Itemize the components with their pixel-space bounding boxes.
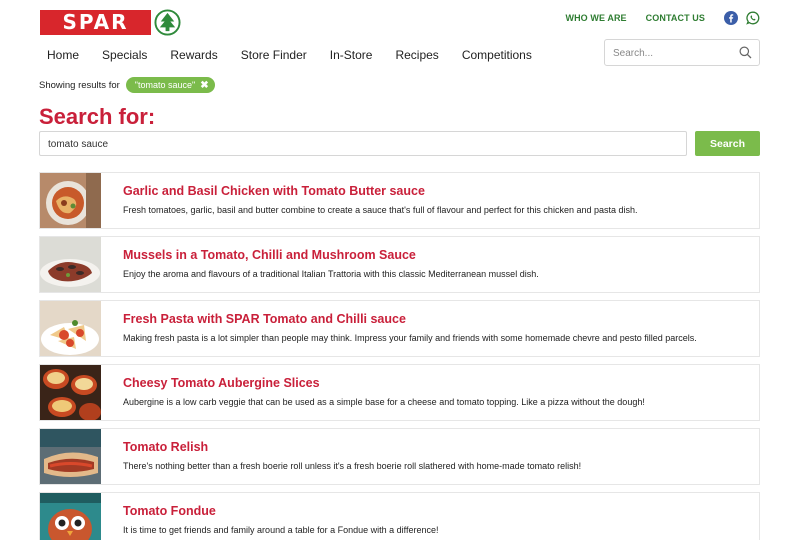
search-button[interactable]: Search [695, 131, 760, 156]
top-links: WHO WE ARE CONTACT US [565, 10, 760, 26]
filter-label: Showing results for [39, 79, 120, 91]
active-filters: Showing results for "tomato sauce" ✖ [39, 77, 215, 93]
whatsapp-icon[interactable] [746, 11, 760, 25]
recipe-thumbnail [40, 237, 101, 292]
nav-home[interactable]: Home [47, 48, 79, 62]
nav-rewards[interactable]: Rewards [170, 48, 217, 62]
result-description: Aubergine is a low carb veggie that can … [123, 397, 645, 407]
result-title[interactable]: Garlic and Basil Chicken with Tomato But… [123, 184, 425, 198]
result-title[interactable]: Tomato Relish [123, 440, 208, 454]
query-box [39, 131, 687, 156]
recipe-thumbnail [40, 493, 101, 540]
facebook-icon[interactable] [724, 11, 738, 25]
result-description: Making fresh pasta is a lot simpler than… [123, 333, 697, 343]
logo-wordmark: SPAR [40, 9, 151, 35]
result-description: Enjoy the aroma and flavours of a tradit… [123, 269, 539, 279]
search-icon[interactable] [739, 46, 752, 59]
recipe-thumbnail [40, 429, 101, 484]
result-title[interactable]: Fresh Pasta with SPAR Tomato and Chilli … [123, 312, 406, 326]
who-we-are-link[interactable]: WHO WE ARE [565, 13, 626, 23]
nav-in-store[interactable]: In-Store [330, 48, 373, 62]
result-title[interactable]: Cheesy Tomato Aubergine Slices [123, 376, 320, 390]
result-title[interactable]: Mussels in a Tomato, Chilli and Mushroom… [123, 248, 416, 262]
recipe-thumbnail [40, 301, 101, 356]
results-list: Garlic and Basil Chicken with Tomato But… [39, 172, 760, 540]
result-description: Fresh tomatoes, garlic, basil and butter… [123, 205, 638, 215]
recipe-thumbnail [40, 365, 101, 420]
site-search-box [604, 39, 760, 66]
result-item[interactable]: Tomato Relish There's nothing better tha… [39, 428, 760, 485]
result-description: It is time to get friends and family aro… [123, 525, 439, 535]
result-item[interactable]: Tomato Fondue It is time to get friends … [39, 492, 760, 540]
nav-specials[interactable]: Specials [102, 48, 147, 62]
nav-recipes[interactable]: Recipes [395, 48, 438, 62]
result-title[interactable]: Tomato Fondue [123, 504, 216, 518]
contact-us-link[interactable]: CONTACT US [646, 13, 705, 23]
recipe-thumbnail [40, 173, 101, 228]
result-item[interactable]: Fresh Pasta with SPAR Tomato and Chilli … [39, 300, 760, 357]
close-icon[interactable]: ✖ [200, 80, 208, 91]
site-header: SPAR WHO WE ARE CONTACT US Home Specials… [0, 0, 800, 80]
page-title: Search for: [39, 104, 156, 129]
result-item[interactable]: Cheesy Tomato Aubergine Slices Aubergine… [39, 364, 760, 421]
result-item[interactable]: Garlic and Basil Chicken with Tomato But… [39, 172, 760, 229]
filter-chip-label: "tomato sauce" [134, 80, 196, 90]
site-search-input[interactable] [613, 46, 731, 60]
result-item[interactable]: Mussels in a Tomato, Chilli and Mushroom… [39, 236, 760, 293]
spar-logo[interactable]: SPAR [40, 8, 181, 36]
nav-competitions[interactable]: Competitions [462, 48, 532, 62]
filter-chip[interactable]: "tomato sauce" ✖ [125, 77, 215, 93]
search-query-input[interactable] [48, 137, 668, 151]
spar-tree-icon [154, 8, 181, 36]
nav-store-finder[interactable]: Store Finder [241, 48, 307, 62]
result-description: There's nothing better than a fresh boer… [123, 461, 582, 471]
main-nav: Home Specials Rewards Store Finder In-St… [47, 48, 555, 62]
